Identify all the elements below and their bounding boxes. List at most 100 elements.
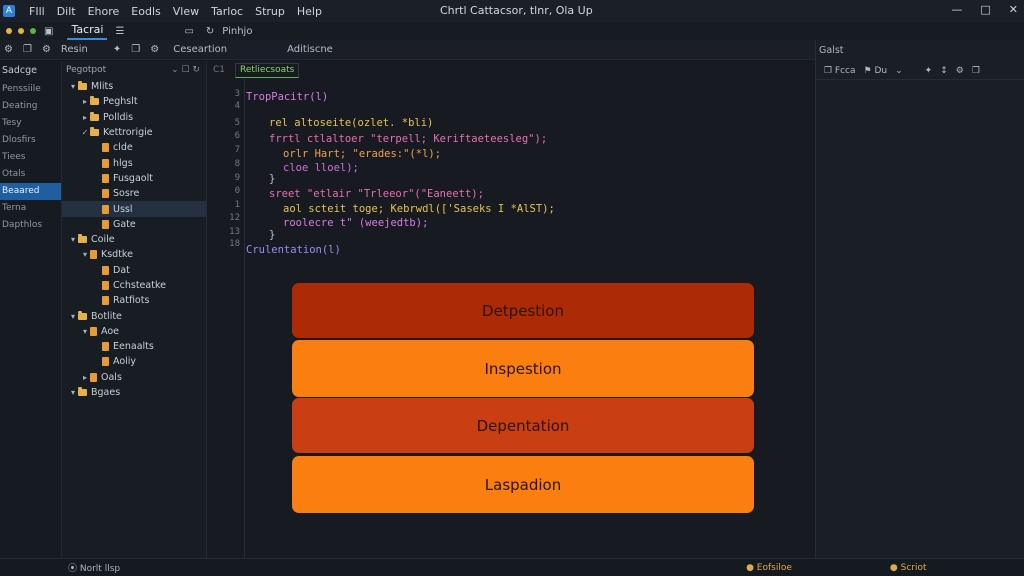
resin-label[interactable]: Resin: [61, 44, 103, 55]
tree-item[interactable]: Gate: [62, 217, 206, 232]
tree-item[interactable]: Aoliy: [62, 354, 206, 369]
chevron-icon[interactable]: ▾: [80, 327, 90, 336]
tree-item-label: Botlite: [91, 310, 122, 322]
code-line[interactable]: cloe lloel);: [283, 162, 359, 174]
code-line[interactable]: rel altoseite(ozlet. *bli): [269, 117, 433, 129]
sidebar-item[interactable]: Tesy: [0, 115, 61, 132]
tree-item[interactable]: hlgs: [62, 155, 206, 170]
code-line[interactable]: TropPacitr(l): [246, 91, 328, 103]
chevron-icon[interactable]: ✓: [80, 128, 90, 137]
file-icon: [102, 219, 109, 229]
refresh-icon[interactable]: ↻: [206, 26, 214, 37]
sidebar-item[interactable]: Penssiile: [0, 81, 61, 98]
menu-item[interactable]: Vlew: [167, 5, 205, 18]
chevron-icon[interactable]: ▸: [80, 373, 90, 382]
editor-tab[interactable]: Retliecsoats: [235, 63, 300, 78]
chevron-icon[interactable]: ▾: [68, 82, 78, 91]
tree-item[interactable]: ▸ Polldis: [62, 110, 206, 125]
tree-item[interactable]: ▾ Botlite: [62, 308, 206, 323]
chevron-icon[interactable]: ▾: [68, 312, 78, 321]
chevron-icon[interactable]: ▾: [80, 250, 90, 259]
sidebar-item[interactable]: Dapthlos: [0, 217, 61, 234]
tree-item[interactable]: ▾ Ksdtke: [62, 247, 206, 262]
toolbar-label[interactable]: Pinhjo: [222, 26, 252, 37]
gear-icon[interactable]: ⚙: [42, 44, 51, 55]
menu-item[interactable]: Tarloc: [205, 5, 249, 18]
tree-item[interactable]: ▸ Peghslt: [62, 94, 206, 109]
minimize-icon[interactable]: —: [951, 3, 962, 16]
line-number: 1: [234, 200, 240, 210]
settings-icon[interactable]: ⚙: [4, 44, 13, 55]
explorer-actions-icon[interactable]: ⌄ ☐ ↻: [171, 65, 200, 75]
tree-item[interactable]: ▾ Aoe: [62, 324, 206, 339]
stack-block[interactable]: Inspestion: [292, 340, 754, 397]
code-line[interactable]: Crulentation(l): [246, 244, 341, 256]
status-left[interactable]: ⦿ Norlt llsp: [68, 561, 120, 574]
menu-item[interactable]: FIll: [23, 5, 51, 18]
status-mid[interactable]: ● Eofsiloe: [746, 563, 792, 573]
chevron-icon[interactable]: ▾: [68, 235, 78, 244]
panel-tool-icon[interactable]: ⚑ Du: [864, 66, 888, 76]
editor-tab-number: C1: [213, 65, 226, 75]
tree-item[interactable]: ▾ Coile: [62, 232, 206, 247]
tree-item[interactable]: Cchsteatke: [62, 278, 206, 293]
tab-active[interactable]: Tacrai: [67, 22, 108, 40]
stack-block-label: Detpestion: [482, 301, 564, 320]
menu-item[interactable]: Help: [291, 5, 328, 18]
tree-item[interactable]: ▸ Oals: [62, 370, 206, 385]
layout-icon[interactable]: ▣: [44, 26, 53, 37]
folder-icon: [90, 96, 99, 106]
menu-item[interactable]: Dilt: [51, 5, 82, 18]
panel-tool-icon[interactable]: ✦: [925, 66, 933, 76]
menu-item[interactable]: Eodls: [125, 5, 166, 18]
code-line[interactable]: orlr Hart; "erades:"(*l);: [283, 148, 441, 160]
panel-tool-icon[interactable]: ↕: [940, 66, 948, 76]
sidebar-item[interactable]: Otals: [0, 166, 61, 183]
tree-item[interactable]: ▾ Mlits: [62, 79, 206, 94]
maximize-icon[interactable]: □: [980, 3, 990, 16]
panel-tool-icon[interactable]: ⚙: [956, 66, 964, 76]
stack-block[interactable]: Depentation: [292, 398, 754, 453]
menu-item[interactable]: Strup: [249, 5, 291, 18]
tree-item[interactable]: clde: [62, 140, 206, 155]
chevron-icon[interactable]: ▸: [80, 113, 90, 122]
chevron-icon[interactable]: ▾: [68, 388, 78, 397]
sidebar-item[interactable]: Dlosfirs: [0, 132, 61, 149]
panel-tool-icon[interactable]: ⌄: [895, 66, 903, 76]
code-line[interactable]: roolecre t" (weejedtb);: [283, 217, 428, 229]
tree-item[interactable]: Dat: [62, 263, 206, 278]
code-line[interactable]: frrtl ctlaltoer "terpell; Keriftaeteesle…: [269, 133, 547, 145]
close-icon[interactable]: ✕: [1009, 3, 1018, 16]
tree-item[interactable]: ✓ Kettrorigie: [62, 125, 206, 140]
star-icon[interactable]: ✦: [113, 44, 121, 55]
code-line[interactable]: }: [269, 173, 275, 185]
tree-item[interactable]: Ratfiots: [62, 293, 206, 308]
status-right[interactable]: ● Scriot: [890, 563, 927, 573]
stack-block[interactable]: Laspadion: [292, 456, 754, 513]
tree-item[interactable]: Eenaalts: [62, 339, 206, 354]
stack-block[interactable]: Detpestion: [292, 283, 754, 338]
menu-item[interactable]: Ehore: [82, 5, 126, 18]
sidebar-item[interactable]: Deating: [0, 98, 61, 115]
tree-item[interactable]: ▾ Bgaes: [62, 385, 206, 400]
code-line[interactable]: }: [269, 229, 275, 241]
copy-icon[interactable]: ❐: [23, 44, 32, 55]
panel-tool-icon[interactable]: ❐ Fcca: [824, 66, 856, 76]
sidebar-item[interactable]: Tiees: [0, 149, 61, 166]
code-line[interactable]: aol scteit toge; Kebrwdl(['Saseks I *AlS…: [283, 203, 555, 215]
aditiscne-label[interactable]: Aditiscne: [287, 44, 333, 55]
tree-item[interactable]: Ussl: [62, 201, 206, 217]
panel-tool-icon[interactable]: ❐: [972, 66, 980, 76]
panel-icon[interactable]: ▭: [184, 26, 193, 37]
chevron-icon[interactable]: ▸: [80, 97, 90, 106]
sidebar-item[interactable]: Beaared: [0, 183, 61, 200]
code-line[interactable]: sreet "etlair "Trleeor"("Eaneett);: [269, 188, 484, 200]
line-number: 13: [229, 227, 240, 237]
tree-item[interactable]: Sosre: [62, 186, 206, 201]
doc-icon[interactable]: ❐: [131, 44, 140, 55]
tree-item[interactable]: Fusgaolt: [62, 171, 206, 186]
sidebar-item[interactable]: Terna: [0, 200, 61, 217]
menu-icon[interactable]: ☰: [115, 26, 124, 37]
ceseartion-label[interactable]: Ceseartion: [173, 44, 227, 55]
cog-icon[interactable]: ⚙: [150, 44, 159, 55]
